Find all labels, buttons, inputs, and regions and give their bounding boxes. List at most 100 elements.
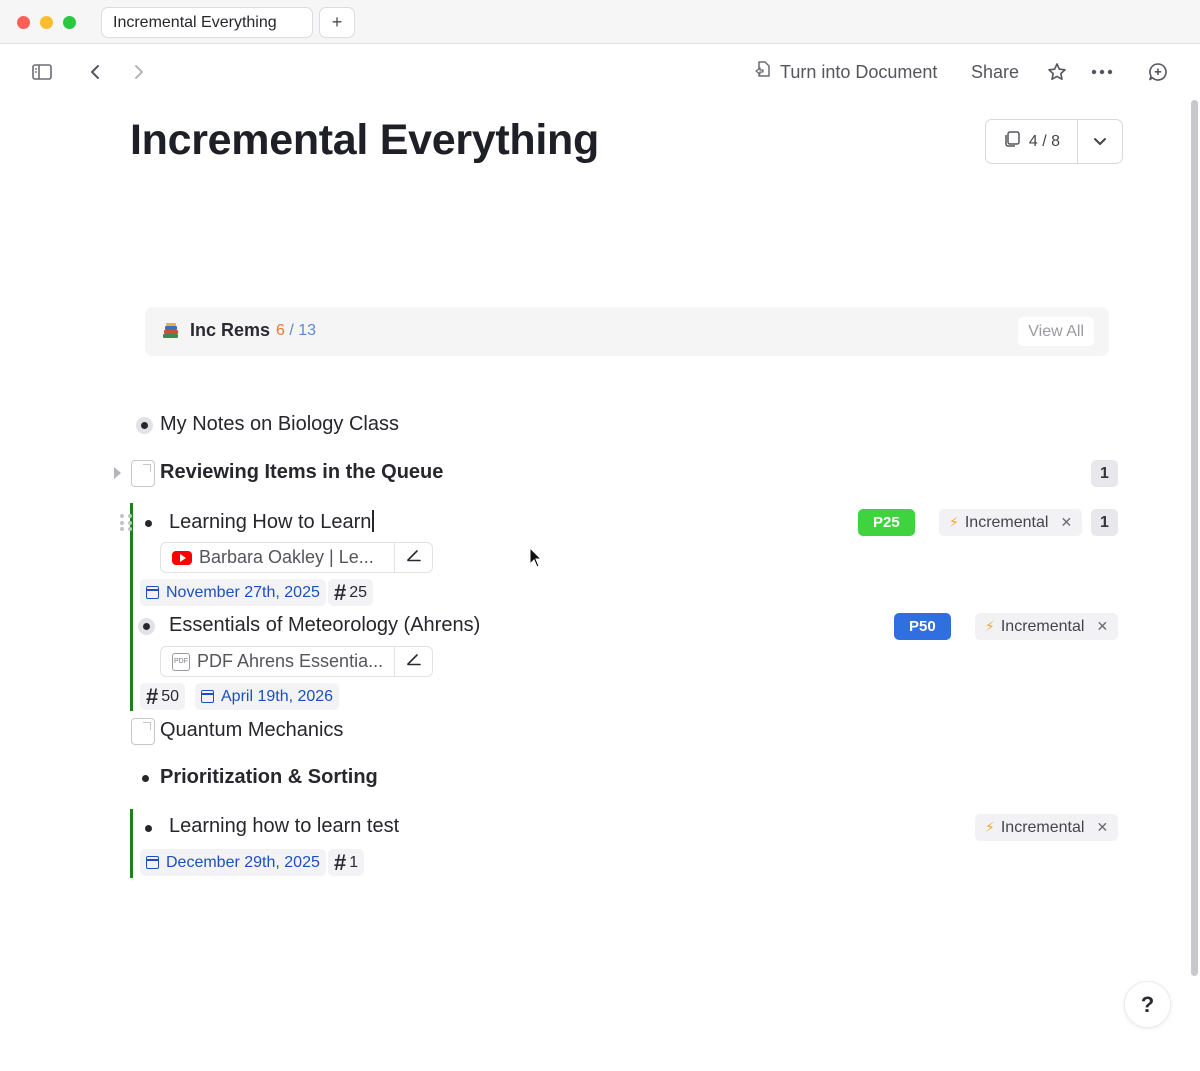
incremental-tag[interactable]: ⚡ Incremental ✕: [975, 814, 1119, 841]
queue-counter-value: 4 / 8: [1028, 132, 1061, 150]
rem-learning-how-to-learn-test[interactable]: Learning how to learn test: [169, 815, 399, 838]
more-options-icon[interactable]: [1090, 58, 1114, 86]
document-convert-icon: [754, 60, 772, 84]
calendar-icon: [201, 690, 214, 703]
share-button[interactable]: Share: [971, 60, 1019, 84]
source-link[interactable]: Barbara Oakley | Le...: [160, 542, 433, 573]
incremental-tag-label: Incremental: [1000, 818, 1085, 836]
hash-icon: #: [334, 849, 347, 875]
inc-rems-current: 6: [276, 322, 285, 339]
document-icon[interactable]: [131, 718, 155, 745]
date-property[interactable]: December 29th, 2025: [140, 849, 326, 876]
collapsed-bullet-icon[interactable]: [136, 417, 153, 434]
remove-tag-icon[interactable]: ✕: [1060, 514, 1072, 531]
remove-tag-icon[interactable]: ✕: [1096, 618, 1108, 635]
queue-dropdown-button[interactable]: [1078, 120, 1122, 163]
rem-learning-how-to-learn-text: Learning How to Learn: [169, 511, 372, 533]
tab-incremental-everything[interactable]: Incremental Everything: [101, 7, 313, 38]
forward-arrow-icon[interactable]: [130, 58, 148, 86]
number-property[interactable]: # 1: [328, 849, 365, 876]
edit-source-button[interactable]: [394, 543, 432, 572]
children-indent-bar: [130, 809, 133, 878]
date-property[interactable]: April 19th, 2026: [195, 683, 340, 710]
cards-icon: [1003, 130, 1021, 153]
bullet-icon[interactable]: [145, 825, 152, 832]
inc-rems-title: Inc Rems: [190, 320, 271, 340]
bullet-icon[interactable]: [142, 775, 149, 782]
rem-quantum-mechanics[interactable]: Quantum Mechanics: [160, 719, 343, 742]
rem-prioritization-sorting[interactable]: Prioritization & Sorting: [160, 766, 378, 789]
incremental-tag-label: Incremental: [1000, 617, 1085, 635]
number-value: 1: [349, 853, 359, 871]
lightning-icon: ⚡: [949, 514, 959, 530]
new-tab-button[interactable]: +: [319, 7, 355, 38]
turn-into-document-label: Turn into Document: [780, 62, 938, 82]
window-titlebar: Incremental Everything +: [0, 0, 1200, 44]
collapsed-bullet-icon[interactable]: [138, 618, 155, 635]
help-button[interactable]: ?: [1124, 981, 1171, 1028]
inc-rems-count: 6 / 13: [276, 322, 316, 340]
rem-learning-how-to-learn[interactable]: Learning How to Learn: [169, 510, 374, 534]
close-window-button[interactable]: [17, 16, 30, 29]
turn-into-document-button[interactable]: Turn into Document: [754, 60, 937, 84]
inc-rems-separator: /: [284, 322, 299, 339]
calendar-icon: [146, 586, 159, 599]
expand-arrow-icon[interactable]: [114, 467, 121, 479]
rem-essentials-of-meteorology[interactable]: Essentials of Meteorology (Ahrens): [169, 614, 480, 637]
document-icon[interactable]: [131, 460, 155, 487]
calendar-icon: [146, 856, 159, 869]
queue-counter[interactable]: 4 / 8: [985, 119, 1123, 164]
lightning-icon: ⚡: [985, 618, 995, 634]
rem-biology-notes[interactable]: My Notes on Biology Class: [160, 413, 399, 436]
view-all-button[interactable]: View All: [1018, 317, 1094, 346]
number-property[interactable]: # 50: [140, 683, 186, 710]
incremental-tag-label: Incremental: [964, 513, 1049, 531]
remove-tag-icon[interactable]: ✕: [1096, 819, 1108, 836]
source-link-main[interactable]: PDF PDF Ahrens Essentia...: [161, 647, 383, 676]
date-value: November 27th, 2025: [166, 583, 320, 601]
number-property[interactable]: # 25: [328, 579, 374, 606]
source-link[interactable]: PDF PDF Ahrens Essentia...: [160, 646, 433, 677]
mouse-cursor-icon: [529, 547, 543, 568]
sidebar-toggle-icon[interactable]: [30, 58, 54, 86]
inc-rems-total: 13: [298, 322, 317, 339]
child-count-badge[interactable]: 1: [1091, 509, 1118, 536]
children-indent-bar: [130, 503, 133, 711]
maximize-window-button[interactable]: [63, 16, 76, 29]
edit-pencil-icon: [406, 548, 422, 567]
youtube-icon: [172, 550, 192, 565]
page-title: Incremental Everything: [130, 116, 599, 164]
bullet-icon[interactable]: [145, 520, 152, 527]
queue-counter-button[interactable]: 4 / 8: [986, 120, 1078, 163]
incremental-tag[interactable]: ⚡ Incremental ✕: [975, 613, 1119, 640]
books-icon: [161, 321, 181, 341]
back-arrow-icon[interactable]: [86, 58, 104, 86]
drag-handle-icon[interactable]: [120, 514, 132, 532]
source-link-label: Barbara Oakley | Le...: [199, 547, 374, 567]
hash-icon: #: [334, 579, 347, 605]
number-value: 50: [161, 687, 180, 705]
chevron-down-icon: [1093, 133, 1107, 151]
priority-badge[interactable]: P25: [858, 509, 915, 536]
hash-icon: #: [146, 683, 159, 709]
priority-badge[interactable]: P50: [894, 613, 951, 640]
lightning-icon: ⚡: [985, 819, 995, 835]
child-count-badge[interactable]: 1: [1091, 460, 1118, 487]
number-value: 25: [349, 583, 368, 601]
edit-pencil-icon: [406, 652, 422, 671]
pdf-icon: PDF: [172, 652, 190, 671]
source-link-label: PDF Ahrens Essentia...: [197, 651, 384, 671]
add-comment-icon[interactable]: [1146, 58, 1170, 86]
star-icon[interactable]: [1045, 58, 1069, 86]
vertical-scrollbar[interactable]: [1191, 100, 1198, 976]
date-value: December 29th, 2025: [166, 853, 320, 871]
text-caret: [372, 510, 374, 532]
edit-source-button[interactable]: [394, 647, 432, 676]
date-value: April 19th, 2026: [221, 687, 334, 705]
incremental-tag[interactable]: ⚡ Incremental ✕: [939, 509, 1083, 536]
inc-rems-bar: Inc Rems 6 / 13 View All: [145, 307, 1109, 356]
source-link-main[interactable]: Barbara Oakley | Le...: [161, 543, 374, 572]
rem-reviewing-items[interactable]: Reviewing Items in the Queue: [160, 461, 443, 484]
date-property[interactable]: November 27th, 2025: [140, 579, 326, 606]
minimize-window-button[interactable]: [40, 16, 53, 29]
